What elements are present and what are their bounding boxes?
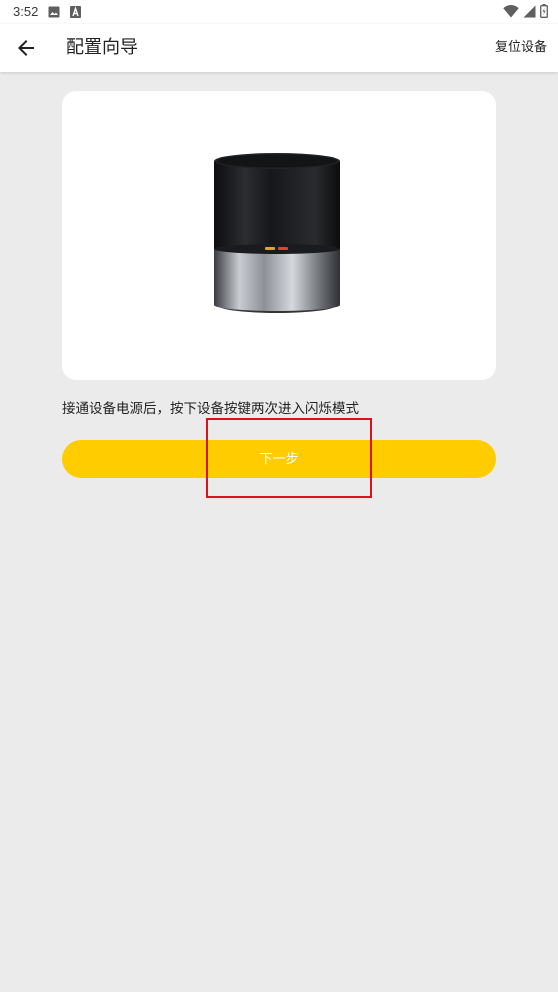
wifi-icon <box>503 4 519 22</box>
back-arrow-icon[interactable] <box>14 36 38 60</box>
next-step-button[interactable]: 下一步 <box>62 440 496 478</box>
battery-icon <box>540 4 548 22</box>
device-image-card <box>62 91 496 380</box>
app-bar: 配置向导 复位设备 <box>0 24 558 72</box>
device-image <box>212 153 342 319</box>
instruction-text: 接通设备电源后，按下设备按键两次进入闪烁模式 <box>62 401 359 417</box>
status-time: 3:52 <box>13 4 39 19</box>
reset-device-button[interactable]: 复位设备 <box>495 38 547 58</box>
image-notification-icon <box>48 6 60 22</box>
signal-icon <box>523 5 536 22</box>
page-title: 配置向导 <box>66 37 138 58</box>
a-notification-icon <box>70 6 81 22</box>
status-bar: 3:52 <box>0 0 558 24</box>
